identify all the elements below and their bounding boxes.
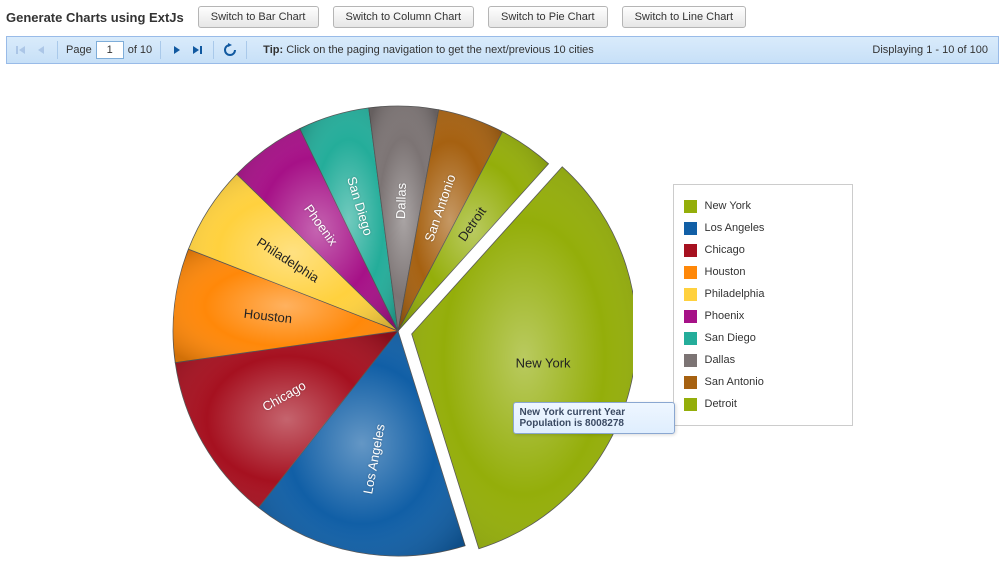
page-input[interactable]	[96, 41, 124, 59]
legend-swatch	[684, 244, 697, 257]
toolbar-separator	[57, 41, 58, 59]
chart-tooltip: New York current Year Population is 8008…	[513, 402, 675, 434]
legend-swatch	[684, 200, 697, 213]
next-page-button[interactable]	[169, 42, 185, 58]
tooltip-text: New York current Year Population is 8008…	[520, 407, 626, 429]
switch-column-button[interactable]: Switch to Column Chart	[333, 6, 475, 28]
legend-item-dallas[interactable]: Dallas	[684, 349, 840, 371]
pie-chart[interactable]: New YorkLos AngelesChicagoHoustonPhilade…	[163, 96, 633, 566]
legend-swatch	[684, 398, 697, 411]
legend-item-san-antonio[interactable]: San Antonio	[684, 371, 840, 393]
page-title: Generate Charts using ExtJs	[6, 10, 184, 25]
legend-swatch	[684, 332, 697, 345]
paging-tip: Tip: Click on the paging navigation to g…	[263, 44, 594, 56]
legend-label: San Diego	[705, 332, 756, 344]
legend-swatch	[684, 310, 697, 323]
legend-item-phoenix[interactable]: Phoenix	[684, 305, 840, 327]
legend-label: Dallas	[705, 354, 736, 366]
legend-swatch	[684, 376, 697, 389]
first-page-button[interactable]	[13, 42, 29, 58]
header-row: Generate Charts using ExtJs Switch to Ba…	[6, 6, 999, 28]
legend-item-chicago[interactable]: Chicago	[684, 239, 840, 261]
legend-label: Philadelphia	[705, 288, 765, 300]
legend-swatch	[684, 288, 697, 301]
legend-item-new-york[interactable]: New York	[684, 195, 840, 217]
legend-swatch	[684, 222, 697, 235]
legend-label: Houston	[705, 266, 746, 278]
legend-label: Phoenix	[705, 310, 745, 322]
switch-line-button[interactable]: Switch to Line Chart	[622, 6, 746, 28]
page-of-label: of 10	[128, 44, 152, 56]
chart-legend: New York Los Angeles Chicago Houston Philade…	[673, 184, 853, 426]
page-label: Page	[66, 44, 92, 56]
switch-pie-button[interactable]: Switch to Pie Chart	[488, 6, 608, 28]
switch-bar-button[interactable]: Switch to Bar Chart	[198, 6, 319, 28]
legend-swatch	[684, 354, 697, 367]
legend-item-los-angeles[interactable]: Los Angeles	[684, 217, 840, 239]
legend-label: Los Angeles	[705, 222, 765, 234]
toolbar-separator	[246, 41, 247, 59]
toolbar-separator	[213, 41, 214, 59]
prev-page-button[interactable]	[33, 42, 49, 58]
legend-swatch	[684, 266, 697, 279]
display-info: Displaying 1 - 10 of 100	[872, 44, 992, 56]
legend-item-houston[interactable]: Houston	[684, 261, 840, 283]
paging-toolbar: Page of 10 Tip: Click on the paging navi…	[6, 36, 999, 64]
toolbar-separator	[160, 41, 161, 59]
legend-label: New York	[705, 200, 751, 212]
legend-item-detroit[interactable]: Detroit	[684, 393, 840, 415]
tip-prefix: Tip:	[263, 44, 283, 56]
last-page-button[interactable]	[189, 42, 205, 58]
chart-area: New York Los Angeles Chicago Houston Philade…	[13, 76, 993, 576]
legend-item-philadelphia[interactable]: Philadelphia	[684, 283, 840, 305]
legend-label: Chicago	[705, 244, 745, 256]
legend-label: San Antonio	[705, 376, 764, 388]
legend-label: Detroit	[705, 398, 737, 410]
legend-item-san-diego[interactable]: San Diego	[684, 327, 840, 349]
refresh-button[interactable]	[222, 42, 238, 58]
tip-body: Click on the paging navigation to get th…	[286, 44, 594, 56]
